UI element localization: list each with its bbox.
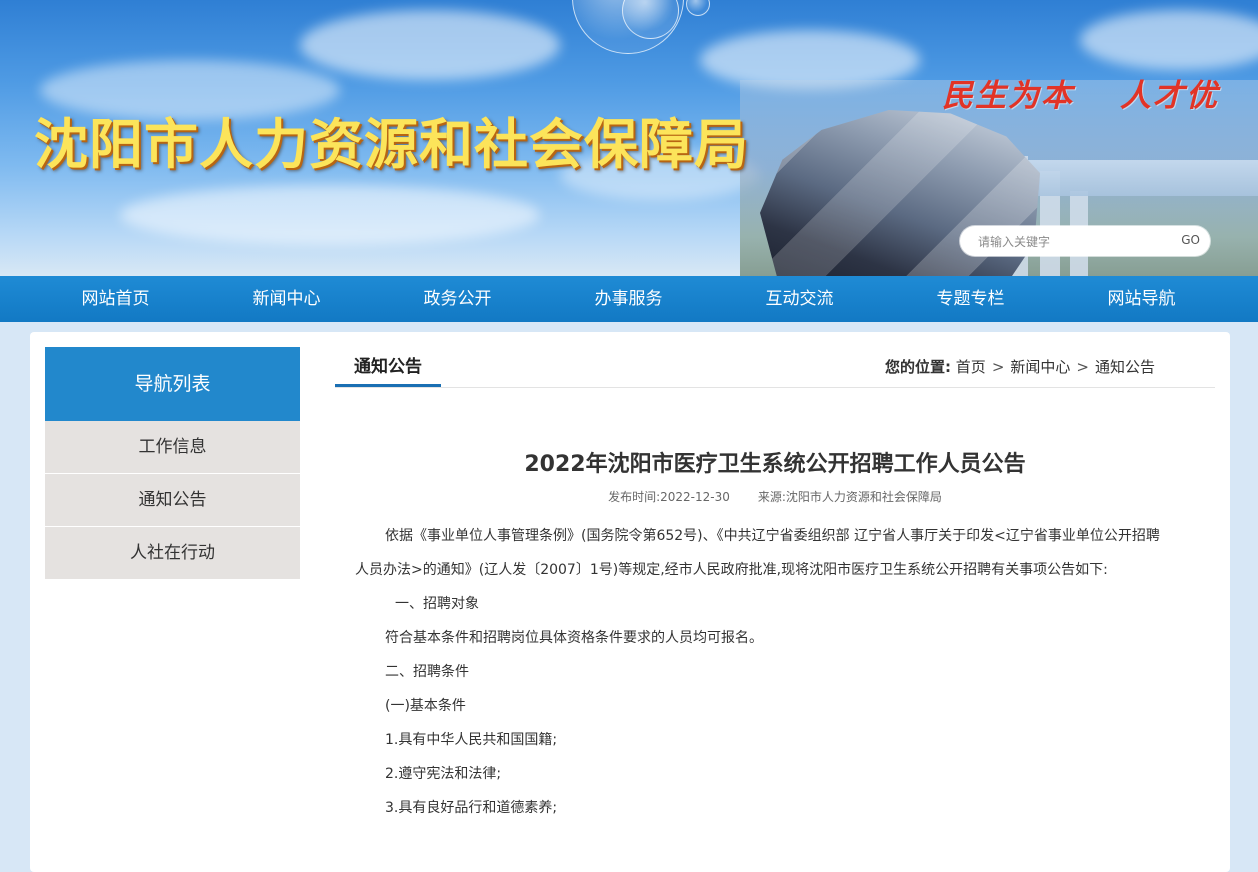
- article-paragraph: 1.具有中华人民共和国国籍;: [385, 732, 558, 748]
- slogan-left: 民生为本: [942, 78, 1074, 114]
- article-paragraph: 3.具有良好品行和道德素养;: [385, 800, 558, 816]
- cloud-decoration: [1080, 10, 1258, 70]
- breadcrumb-separator: >: [1076, 358, 1089, 376]
- breadcrumb-notices[interactable]: 通知公告: [1095, 358, 1155, 376]
- sidebar-item-notices[interactable]: 通知公告: [45, 474, 300, 527]
- article-paragraph: 2.遵守宪法和法律;: [385, 766, 502, 782]
- main-card: 导航列表 工作信息 通知公告 人社在行动 通知公告 您的位置: 首页 > 新闻中心 >…: [30, 332, 1230, 872]
- site-title: 沈阳市人力资源和社会保障局: [34, 112, 749, 176]
- content-area: 通知公告 您的位置: 首页 > 新闻中心 > 通知公告 2022年沈阳市医疗卫生系统公开…: [335, 347, 1215, 816]
- nav-item-services[interactable]: 办事服务: [543, 276, 714, 322]
- sidebar-item-work-info[interactable]: 工作信息: [45, 421, 300, 474]
- slogan: 民生为本 人才优: [942, 70, 1219, 115]
- nav-item-interaction[interactable]: 互动交流: [714, 276, 885, 322]
- article-paragraph: (一)基本条件: [385, 698, 466, 714]
- article-lead-paragraph: 依据《事业单位人事管理条例》(国务院令第652号)、《中共辽宁省委组织部 辽宁省…: [355, 528, 1160, 578]
- section-header: 通知公告 您的位置: 首页 > 新闻中心 > 通知公告: [335, 347, 1215, 388]
- nav-item-topics[interactable]: 专题专栏: [885, 276, 1056, 322]
- sidebar-item-in-action[interactable]: 人社在行动: [45, 527, 300, 580]
- cloud-decoration: [300, 10, 560, 80]
- article-paragraph: 二、招聘条件: [385, 664, 469, 680]
- article-title: 2022年沈阳市医疗卫生系统公开招聘工作人员公告: [524, 452, 1026, 477]
- slogan-right: 人才优: [1120, 78, 1219, 114]
- search-input[interactable]: [976, 231, 1160, 253]
- article-paragraph: 一、招聘对象: [395, 596, 479, 612]
- nav-item-government-affairs[interactable]: 政务公开: [372, 276, 543, 322]
- article-paragraph: 符合基本条件和招聘岗位具体资格条件要求的人员均可报名。: [385, 630, 763, 646]
- nav-item-sitemap[interactable]: 网站导航: [1056, 276, 1227, 322]
- article-body: 依据《事业单位人事管理条例》(国务院令第652号)、《中共辽宁省委组织部 辽宁省…: [355, 519, 1170, 825]
- breadcrumb: 您的位置: 首页 > 新闻中心 > 通知公告: [885, 347, 1155, 387]
- breadcrumb-label: 您的位置:: [885, 358, 952, 376]
- cloud-decoration: [120, 185, 540, 245]
- breadcrumb-separator: >: [991, 358, 1005, 376]
- main-nav: 网站首页 新闻中心 政务公开 办事服务 互动交流 专题专栏 网站导航: [0, 276, 1258, 322]
- search-box: GO: [960, 226, 1210, 256]
- search-go-button[interactable]: GO: [1181, 233, 1200, 247]
- breadcrumb-news[interactable]: 新闻中心: [1010, 358, 1070, 376]
- section-title: 通知公告: [335, 347, 441, 387]
- article-source: 来源:沈阳市人力资源和社会保障局: [757, 490, 942, 504]
- sidebar: 导航列表 工作信息 通知公告 人社在行动: [45, 347, 300, 580]
- nav-item-home[interactable]: 网站首页: [30, 276, 201, 322]
- article-meta: 发布时间:2022-12-30 来源:沈阳市人力资源和社会保障局: [335, 488, 1215, 505]
- publish-time: 发布时间:2022-12-30: [608, 490, 730, 504]
- header-banner: 沈阳市人力资源和社会保障局 民生为本 人才优 GO: [0, 0, 1258, 276]
- nav-item-news[interactable]: 新闻中心: [201, 276, 372, 322]
- river-decoration: [1010, 160, 1258, 196]
- sidebar-title: 导航列表: [45, 347, 300, 421]
- breadcrumb-home[interactable]: 首页: [956, 358, 986, 376]
- bubble-decoration: [686, 0, 710, 16]
